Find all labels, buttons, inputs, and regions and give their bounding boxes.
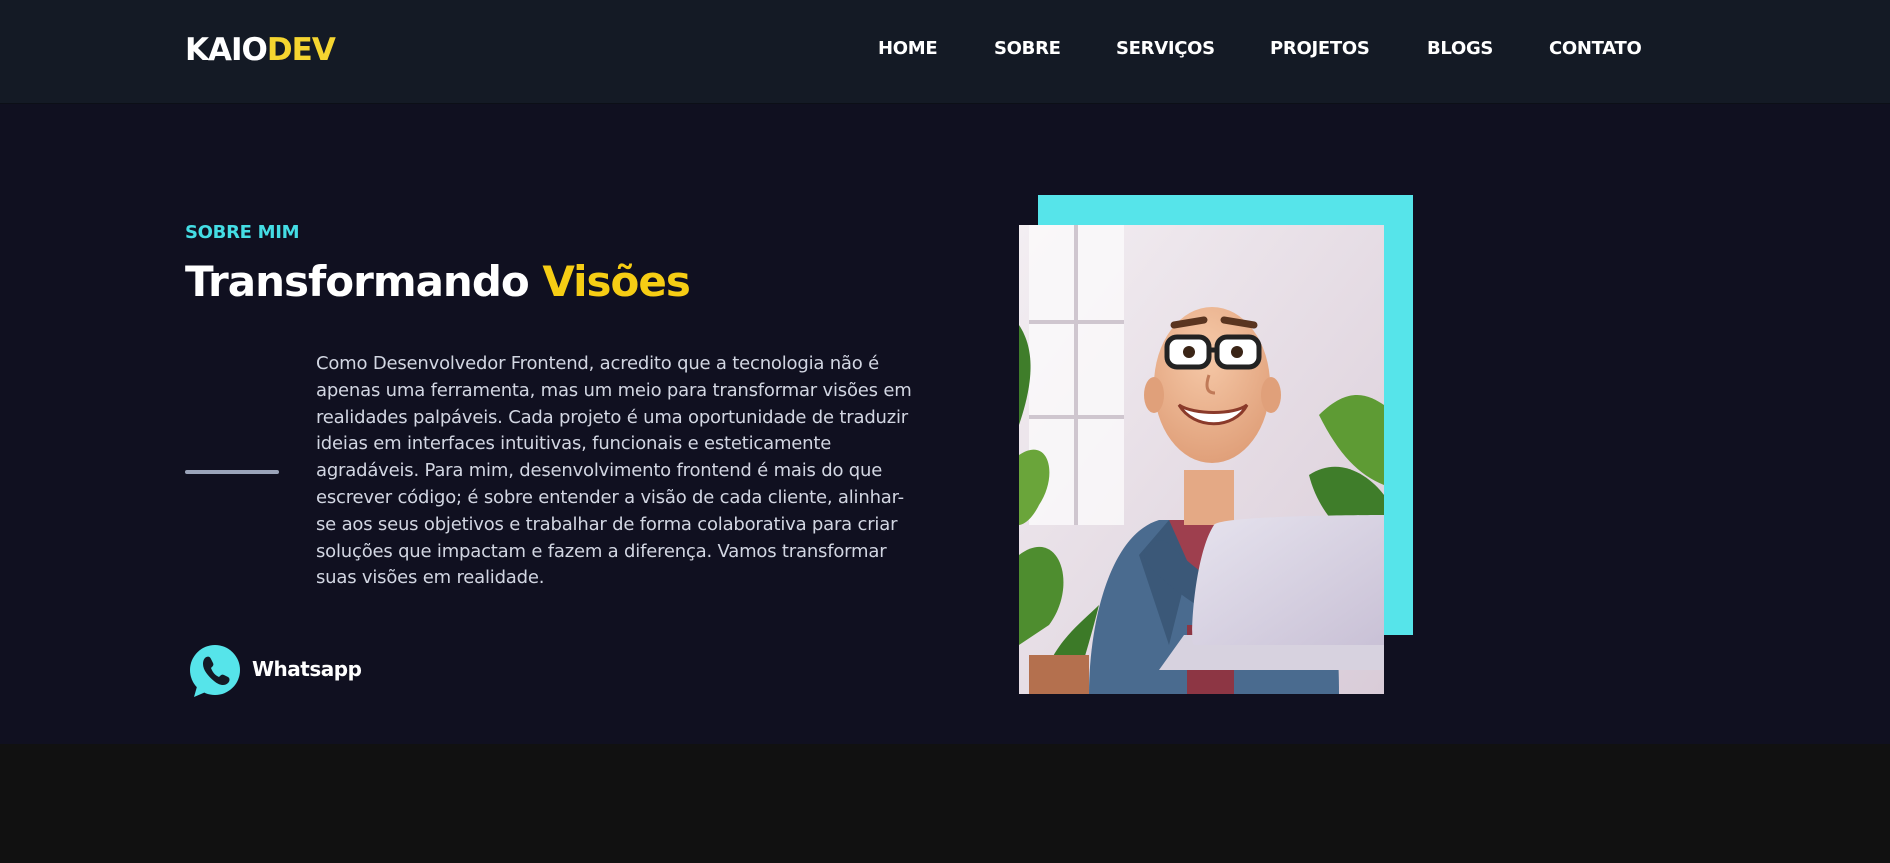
footer-band xyxy=(0,744,1890,863)
nav-link-contato[interactable]: CONTATO xyxy=(1549,38,1642,59)
title-main: Transformando xyxy=(185,257,530,306)
section-eyebrow: SOBRE MIM xyxy=(185,222,300,243)
avatar-illustration xyxy=(1019,225,1384,694)
logo-main: KAIO xyxy=(185,32,268,68)
nav-link-projetos[interactable]: PROJETOS xyxy=(1270,38,1370,59)
nav-link-home[interactable]: HOME xyxy=(878,38,938,59)
whatsapp-label: Whatsapp xyxy=(252,657,362,681)
whatsapp-button[interactable]: Whatsapp xyxy=(186,640,466,698)
title-accent: Visões xyxy=(542,257,691,306)
decorative-divider xyxy=(185,470,279,474)
section-title: Transformando Visões xyxy=(185,257,691,306)
top-navbar: KAIODEV HOME SOBRE SERVIÇOS PROJETOS BLO… xyxy=(0,0,1890,104)
logo-accent: DEV xyxy=(266,32,336,68)
nav-link-servicos[interactable]: SERVIÇOS xyxy=(1116,38,1215,59)
about-section: SOBRE MIM Transformando Visões Como Dese… xyxy=(0,104,1890,744)
nav-link-sobre[interactable]: SOBRE xyxy=(994,38,1061,59)
about-paragraph: Como Desenvolvedor Frontend, acredito qu… xyxy=(316,353,912,589)
whatsapp-icon xyxy=(190,645,240,697)
brand-logo[interactable]: KAIODEV xyxy=(185,32,336,68)
nav-link-blogs[interactable]: BLOGS xyxy=(1427,38,1493,59)
